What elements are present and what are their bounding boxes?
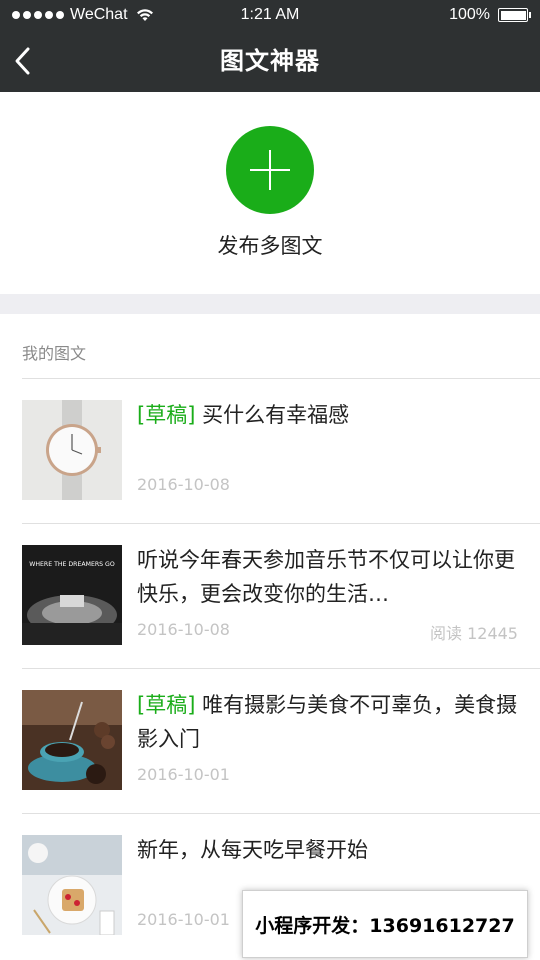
read-count: 阅读 12445 bbox=[430, 624, 518, 643]
item-title: 听说今年春天参加音乐节不仅可以让你更快乐，更会改变你的生活… bbox=[137, 543, 518, 611]
publish-button[interactable] bbox=[226, 126, 314, 214]
item-title: [草稿] 唯有摄影与美食不可辜负，美食摄影入门 bbox=[137, 688, 518, 756]
item-title: 新年，从每天吃早餐开始 bbox=[137, 833, 518, 867]
battery-icon bbox=[498, 8, 531, 22]
promo-banner: 小程序开发：13691612727 bbox=[242, 890, 528, 958]
list-item[interactable]: [草稿] 唯有摄影与美食不可辜负，美食摄影入门 2016-10-01 bbox=[0, 668, 540, 813]
thumbnail-concert: WHERE THE DREAMERS GO bbox=[22, 545, 122, 645]
page-title: 图文神器 bbox=[220, 47, 320, 75]
item-title-text: 买什么有幸福感 bbox=[202, 403, 350, 427]
item-title-text: 听说今年春天参加音乐节不仅可以让你更快乐，更会改变你的生活… bbox=[137, 548, 515, 606]
publish-section: 发布多图文 bbox=[0, 92, 540, 294]
list-item[interactable]: [草稿] 买什么有幸福感 2016-10-08 bbox=[0, 378, 540, 523]
nav-bar: 图文神器 bbox=[0, 30, 540, 92]
status-bar: WeChat 1:21 AM 100% bbox=[0, 0, 540, 30]
section-gap bbox=[0, 294, 540, 314]
battery-percent: 100% bbox=[449, 6, 490, 23]
thumbnail-breakfast bbox=[22, 835, 122, 935]
list-item[interactable]: WHERE THE DREAMERS GO 听说今年春天参加音乐节不仅可以让你更… bbox=[0, 523, 540, 668]
draft-tag: [草稿] bbox=[137, 693, 196, 717]
thumbnail-coffee bbox=[22, 690, 122, 790]
section-title: 我的图文 bbox=[22, 344, 87, 363]
item-date: 2016-10-08 bbox=[137, 620, 230, 639]
thumbnail-text: WHERE THE DREAMERS GO bbox=[29, 561, 115, 568]
status-right: 100% bbox=[449, 0, 531, 30]
item-title-text: 新年，从每天吃早餐开始 bbox=[137, 838, 368, 862]
publish-label[interactable]: 发布多图文 bbox=[0, 230, 540, 260]
plus-icon bbox=[250, 150, 290, 190]
item-title: [草稿] 买什么有幸福感 bbox=[137, 398, 518, 432]
thumbnail-watch bbox=[22, 400, 122, 500]
item-date: 2016-10-08 bbox=[137, 475, 230, 494]
header: WeChat 1:21 AM 100% 图文神器 bbox=[0, 0, 540, 92]
draft-tag: [草稿] bbox=[137, 403, 196, 427]
item-date: 2016-10-01 bbox=[137, 765, 230, 784]
item-date: 2016-10-01 bbox=[137, 910, 230, 929]
